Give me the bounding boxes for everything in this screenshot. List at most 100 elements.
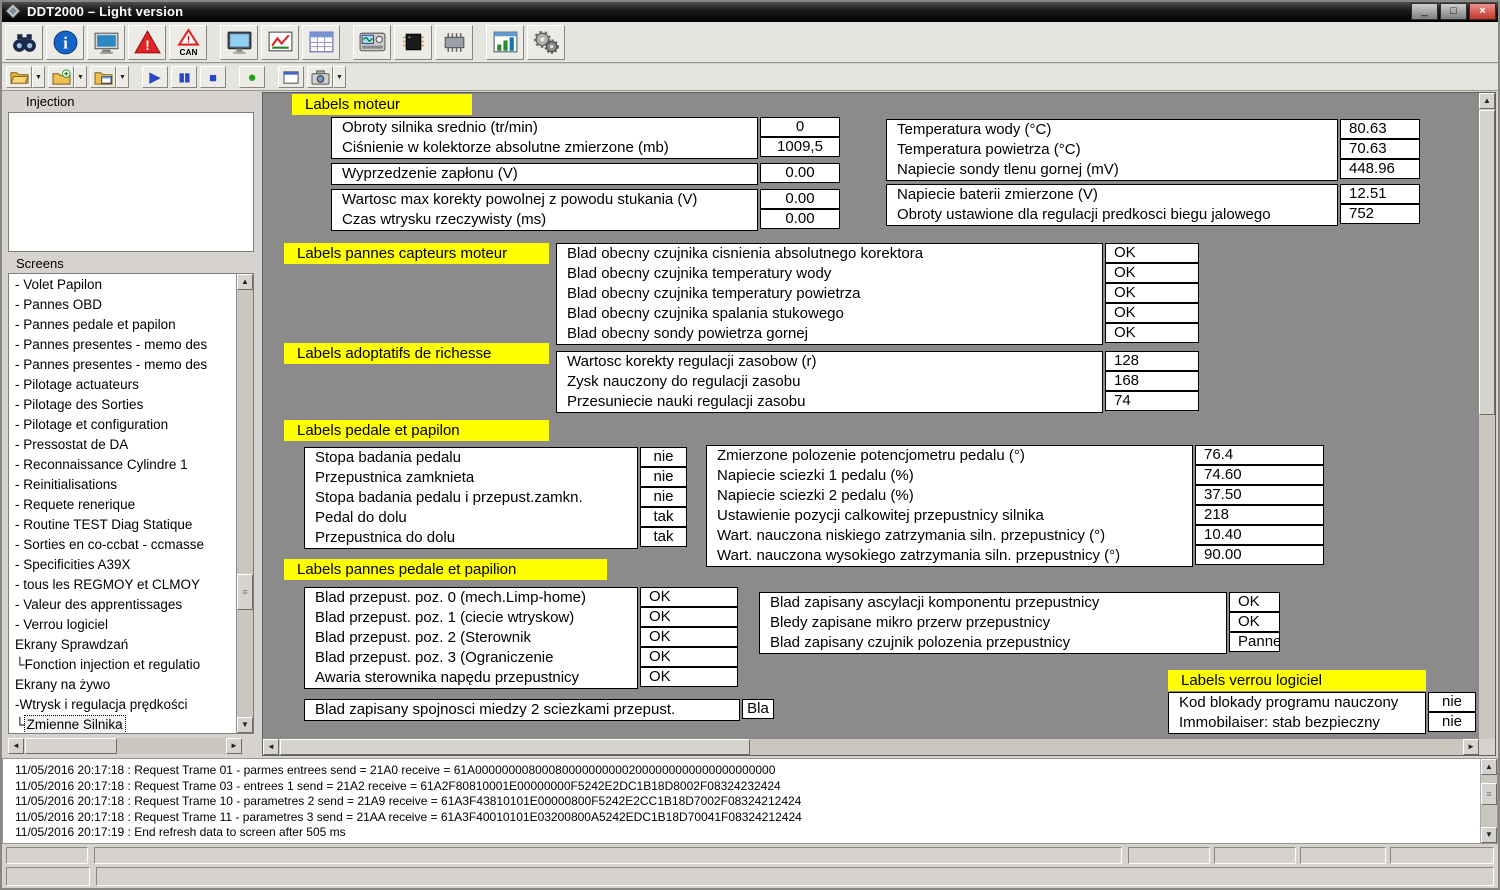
scroll-up-icon[interactable]: ▲: [1479, 93, 1495, 109]
new-file-dropdown[interactable]: ▼: [74, 66, 87, 88]
new-file-button[interactable]: [48, 66, 74, 88]
sidebar-screen-item[interactable]: - Pannes presentes - memo des: [9, 335, 236, 355]
sidebar-screen-item[interactable]: - Specificities A39X: [9, 555, 236, 575]
param-value: Panne: [1229, 632, 1280, 652]
screens-scrollbar[interactable]: ▲ ≡ ▼: [236, 274, 253, 733]
sidebar-screen-item[interactable]: - Sorties en co-ccbat - ccmasse: [9, 535, 236, 555]
title-bar[interactable]: DDT2000 – Light version _ □ ×: [0, 0, 1500, 22]
chip-button[interactable]: [435, 25, 473, 60]
param-labels-box: Napiecie baterii zmierzone (V)Obroty ust…: [886, 184, 1338, 226]
snapshot-button[interactable]: [307, 66, 333, 88]
snapshot-dropdown[interactable]: ▼: [333, 66, 346, 88]
sidebar-screen-item[interactable]: Ekrany na żywo: [9, 675, 236, 695]
param-value: 128: [1105, 351, 1199, 371]
monitor-button[interactable]: [220, 25, 258, 60]
main-hscrollbar[interactable]: ◄ ►: [263, 739, 1479, 755]
restore-button[interactable]: □: [1440, 3, 1467, 20]
main-vscrollbar[interactable]: ▲ ▼: [1479, 93, 1495, 755]
folder-window-icon: [94, 69, 113, 86]
scroll-thumb[interactable]: ≡: [237, 574, 253, 610]
scroll-thumb[interactable]: [1479, 110, 1495, 415]
sidebar-hscrollbar[interactable]: ◄ ►: [8, 738, 242, 754]
screen-name: Pannes presentes - memo des: [23, 337, 207, 352]
log-scrollbar[interactable]: ▲ ≡ ▼: [1480, 759, 1497, 843]
moteur-left-block-a: Obroty silnika srednio (tr/min)Ciśnienie…: [331, 117, 840, 159]
scroll-thumb[interactable]: ≡: [1481, 783, 1497, 805]
sidebar-screen-item[interactable]: - Valeur des apprentissages: [9, 595, 236, 615]
sidebar-screen-item[interactable]: - Pilotage des Sorties: [9, 395, 236, 415]
stop-button[interactable]: ■: [200, 66, 226, 88]
screens-items: - Volet Papilon- Pannes OBD- Pannes peda…: [9, 275, 236, 733]
main-toolbar: i ! ! CAN: [0, 22, 1500, 63]
scroll-left-icon[interactable]: ◄: [8, 738, 24, 754]
scroll-down-icon[interactable]: ▼: [1481, 827, 1497, 843]
pause-button[interactable]: ▮▮: [171, 66, 197, 88]
tree-prefix: -: [15, 297, 23, 312]
screen-name: Requete renerique: [23, 497, 135, 512]
sidebar-screen-item[interactable]: └Fonction injection et regulatio: [9, 655, 236, 675]
sidebar-screen-item[interactable]: - Pannes presentes - memo des: [9, 355, 236, 375]
sidebar-screen-item[interactable]: - Pannes pedale et papilon: [9, 315, 236, 335]
scroll-up-icon[interactable]: ▲: [1481, 759, 1497, 775]
status-segment: [1128, 847, 1210, 864]
sidebar-screen-item[interactable]: - Requete renerique: [9, 495, 236, 515]
sidebar-screen-item[interactable]: - Routine TEST Diag Statique: [9, 515, 236, 535]
param-value: 752: [1340, 204, 1420, 224]
chevron-down-icon: ▼: [77, 74, 84, 81]
oscilloscope-button[interactable]: [353, 25, 391, 60]
dtc-alert-button[interactable]: !: [128, 25, 166, 60]
param-value: tak: [640, 507, 687, 527]
info-button[interactable]: i: [46, 25, 84, 60]
sidebar-screen-item[interactable]: └Zmienne Silnika: [9, 715, 236, 733]
svg-text:i: i: [63, 33, 68, 52]
window-title: DDT2000 – Light version: [27, 4, 183, 19]
can-alert-button[interactable]: ! CAN: [169, 25, 207, 60]
sidebar-screen-item[interactable]: - Pilotage et configuration: [9, 415, 236, 435]
scroll-left-icon[interactable]: ◄: [263, 739, 279, 755]
scroll-up-icon[interactable]: ▲: [237, 274, 253, 290]
graph-button[interactable]: [261, 25, 299, 60]
open-file-dropdown[interactable]: ▼: [32, 66, 45, 88]
close-button[interactable]: ×: [1469, 3, 1496, 20]
sidebar-screen-item[interactable]: - tous les REGMOY et CLMOY: [9, 575, 236, 595]
section-title-pannes-capteurs: Labels pannes capteurs moteur: [284, 243, 549, 264]
play-button[interactable]: ▶: [142, 66, 168, 88]
open-file-button[interactable]: [6, 66, 32, 88]
settings-button[interactable]: [527, 25, 565, 60]
status-segment: [6, 847, 88, 864]
screen-name: Zmienne Silnika: [25, 716, 125, 733]
toolbar-separator: [343, 22, 350, 62]
scroll-thumb[interactable]: [280, 739, 750, 755]
scroll-down-icon[interactable]: ▼: [237, 717, 253, 733]
record-button[interactable]: ●: [239, 66, 265, 88]
chevron-down-icon: ▼: [119, 74, 126, 81]
chart-window-button[interactable]: [486, 25, 524, 60]
sidebar-screen-item[interactable]: Ekrany Sprawdzań: [9, 635, 236, 655]
scroll-thumb[interactable]: [25, 738, 117, 754]
sidebar-screen-item[interactable]: - Pilotage actuateurs: [9, 375, 236, 395]
scroll-right-icon[interactable]: ►: [1463, 739, 1479, 755]
window-layout-button[interactable]: [278, 66, 304, 88]
sidebar-screen-item[interactable]: - Reinitialisations: [9, 475, 236, 495]
sidebar-screen-item[interactable]: - Pannes OBD: [9, 295, 236, 315]
browse-screens-dropdown[interactable]: ▼: [116, 66, 129, 88]
minimize-button[interactable]: _: [1411, 3, 1438, 20]
sidebar-screen-item[interactable]: - Pressostat de DA: [9, 435, 236, 455]
param-label: Przepustnica zamknieta: [315, 468, 637, 488]
screen-copy-button[interactable]: [87, 25, 125, 60]
scroll-right-icon[interactable]: ►: [226, 738, 242, 754]
sidebar-screen-item[interactable]: - Verrou logiciel: [9, 615, 236, 635]
param-values-col: 01009,5: [760, 117, 840, 157]
browse-screens-button[interactable]: [90, 66, 116, 88]
param-values-col: OKOKPanne: [1229, 592, 1280, 652]
sidebar-screen-item[interactable]: -Wtrysk i regulacja prędkości: [9, 695, 236, 715]
sidebar-screen-item[interactable]: - Volet Papilon: [9, 275, 236, 295]
param-values-col: 12816874: [1105, 351, 1199, 411]
can-label: CAN: [179, 47, 197, 56]
search-button[interactable]: [5, 25, 43, 60]
data-table-button[interactable]: [302, 25, 340, 60]
eeprom-button[interactable]: [394, 25, 432, 60]
param-label: Czas wtrysku rzeczywisty (ms): [342, 210, 757, 230]
param-label: Wart. nauczona niskiego zatrzymania siln…: [717, 526, 1192, 546]
sidebar-screen-item[interactable]: - Reconnaissance Cylindre 1: [9, 455, 236, 475]
